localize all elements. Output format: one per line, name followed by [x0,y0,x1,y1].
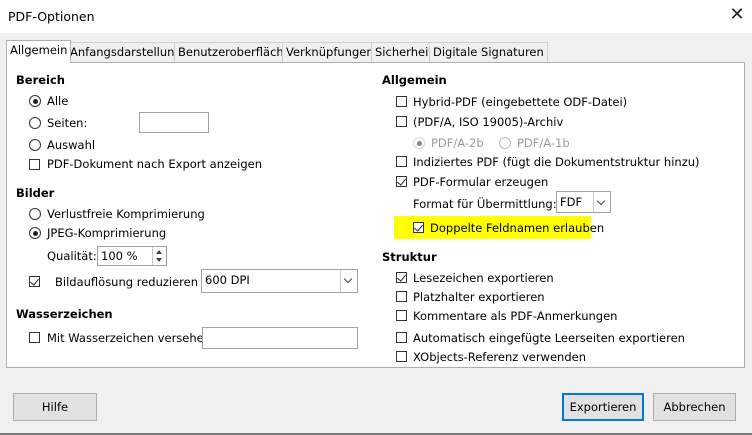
window-title: PDF-Optionen [8,9,95,24]
section-heading-wasserzeichen: Wasserzeichen [16,307,113,321]
format-value: FDF [560,195,583,209]
checkbox-xobjects[interactable] [396,351,407,362]
radio-jpeg[interactable] [29,227,41,239]
checkbox-leerseiten-label: Automatisch eingefügte Leerseiten export… [413,331,685,345]
radio-alle-label: Alle [47,94,69,108]
checkbox-archiv[interactable] [396,116,407,127]
radio-pdfa1b[interactable] [499,137,511,149]
checkbox-wasserzeichen-label: Mit Wasserzeichen versehen [47,331,212,345]
radio-pdfa2b-label: PDF/A-2b [431,136,484,150]
checkbox-kommentare[interactable] [396,310,407,321]
checkbox-indiziert-label: Indiziertes PDF (fügt die Dokumentstrukt… [413,155,700,169]
export-button[interactable]: Exportieren [562,393,644,421]
qualitaet-value: 100 % [101,249,138,263]
format-select[interactable]: FDF [556,191,611,213]
radio-verlustfrei[interactable] [29,208,41,220]
tab-anfangsdarstellung[interactable]: Anfangsdarstellung [66,42,186,62]
checkbox-wasserzeichen[interactable] [29,332,40,343]
checkbox-archiv-label: (PDF/A, ISO 19005)-Archiv [413,115,564,129]
qualitaet-label: Qualität: [47,249,97,263]
wasserzeichen-input[interactable] [202,327,358,349]
checkbox-formular-label: PDF-Formular erzeugen [413,175,549,189]
spinner-buttons[interactable] [152,247,166,265]
spinner-up-icon[interactable] [156,250,162,254]
format-label: Format für Übermittlung: [413,197,557,211]
tab-allgemein[interactable]: Allgemein [6,40,72,63]
tab-digitale-signaturen[interactable]: Digitale Signaturen [429,42,548,62]
radio-auswahl-label: Auswahl [47,138,96,152]
cancel-button[interactable]: Abbrechen [653,393,736,421]
checkbox-xobjects-label: XObjects-Referenz verwenden [413,350,586,364]
section-heading-struktur: Struktur [382,250,437,264]
title-bar [0,0,752,33]
checkbox-aufloesung[interactable] [29,276,40,287]
radio-pdfa2b[interactable] [413,137,425,149]
radio-seiten-label: Seiten: [47,116,88,130]
checkbox-lesezeichen[interactable] [396,272,407,283]
section-heading-allgemein: Allgemein [382,73,447,87]
radio-verlustfrei-label: Verlustfreie Komprimierung [47,207,205,221]
checkbox-kommentare-label: Kommentare als PDF-Anmerkungen [413,309,618,323]
checkbox-formular[interactable] [396,176,407,187]
tab-sicherheit[interactable]: Sicherheit [371,42,437,62]
aufloesung-value: 600 DPI [205,273,250,287]
radio-pdfa1b-label: PDF/A-1b [517,136,570,150]
help-button[interactable]: Hilfe [13,393,97,421]
checkbox-hybrid[interactable] [396,96,407,107]
checkbox-indiziert[interactable] [396,156,407,167]
radio-auswahl[interactable] [29,139,41,151]
checkbox-export-anzeigen-label: PDF-Dokument nach Export anzeigen [47,157,262,171]
checkbox-doppelte-feldnamen[interactable] [413,222,424,233]
seiten-input[interactable] [139,112,209,133]
checkbox-aufloesung-label: Bildauflösung reduzieren [55,275,199,289]
spinner-down-icon[interactable] [156,258,162,262]
checkbox-doppelte-feldnamen-label: Doppelte Feldnamen erlauben [430,221,605,235]
close-icon[interactable]: ✕ [726,4,748,26]
tab-verknuepfungen[interactable]: Verknüpfungen [282,42,378,62]
section-heading-bilder: Bilder [16,186,55,200]
section-heading-bereich: Bereich [16,73,65,87]
checkbox-leerseiten[interactable] [396,332,407,343]
tab-benutzeroberflaeche[interactable]: Benutzeroberfläche [174,42,295,62]
checkbox-platzhalter-label: Platzhalter exportieren [413,290,545,304]
qualitaet-spinner[interactable]: 100 % [97,246,167,266]
chevron-down-icon[interactable] [340,270,357,292]
checkbox-export-anzeigen[interactable] [29,159,40,170]
radio-alle[interactable] [29,95,41,107]
checkbox-hybrid-label: Hybrid-PDF (eingebettete ODF-Datei) [413,95,628,109]
checkbox-platzhalter[interactable] [396,291,407,302]
aufloesung-select[interactable]: 600 DPI [201,269,358,293]
radio-jpeg-label: JPEG-Komprimierung [47,226,167,240]
radio-seiten[interactable] [29,117,41,129]
chevron-down-icon[interactable] [593,192,610,212]
checkbox-lesezeichen-label: Lesezeichen exportieren [413,271,554,285]
